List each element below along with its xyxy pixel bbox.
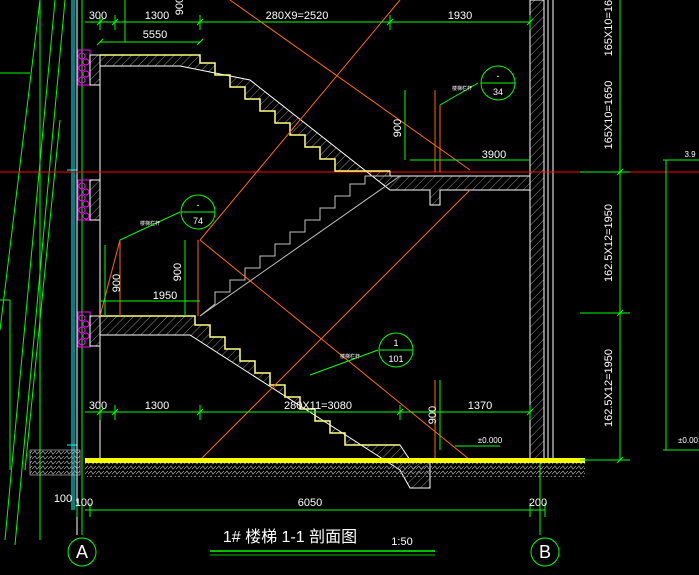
upper-flight <box>99 54 531 206</box>
bot-dim-1300: 1300 <box>145 400 169 412</box>
callout-2: 楼梯栏杆 - 74 <box>119 194 216 241</box>
axis-label-b: B <box>539 542 551 562</box>
top-dim-stair: 280X9=2520 <box>266 10 329 22</box>
mid-dim-1950: 1950 <box>153 290 177 302</box>
overall-dim-6050: 6050 <box>298 497 322 509</box>
callout-1-note: 楼梯栏杆 <box>452 85 472 92</box>
overall-dim-100-a: 100 <box>54 493 72 505</box>
callout-3-note: 楼梯栏杆 <box>340 353 360 360</box>
right-dim-1950-b: 162.5X12=1950 <box>603 349 615 427</box>
right-dim-1650: 165X10=1650 <box>603 81 615 150</box>
top-dim-5550: 5550 <box>143 29 167 41</box>
mid-dim-900-a: 900 <box>111 274 123 292</box>
drawing-title: 1# 楼梯 1-1 剖面图 <box>223 528 357 546</box>
facade-cyan <box>67 0 77 510</box>
stair-section-drawing: A B 300 1300 900 280X9=2520 1930 5550 19… <box>0 0 699 567</box>
right-wall <box>529 0 554 461</box>
callout-1-top: - <box>497 71 500 81</box>
bot-dim-300: 300 <box>89 400 107 412</box>
callout-2-note: 楼梯栏杆 <box>140 220 160 227</box>
callout-2-top: - <box>197 200 200 210</box>
bot-dim-stair: 280X11=3080 <box>284 400 352 412</box>
elev-bottom: ±0.00 <box>678 436 699 445</box>
mid-dim-3900: 3900 <box>482 149 506 161</box>
callout-2-bottom: 74 <box>193 216 203 226</box>
elev-0000-mid: ±0.000 <box>478 436 503 445</box>
right-dimensions <box>580 0 699 464</box>
drawing-scale: 1:50 <box>391 536 412 548</box>
callout-3: 楼梯栏杆 1 101 <box>309 332 414 376</box>
right-dim-top: 165X10=1650 <box>603 0 615 56</box>
top-dim-1300: 1300 <box>145 10 169 22</box>
bot-dim-1370: 1370 <box>468 400 492 412</box>
elev-top: 3.9 <box>684 150 696 159</box>
overall-dim-100-b: 100 <box>75 497 93 509</box>
top-dim-300: 300 <box>89 10 107 22</box>
callout-3-bottom: 101 <box>388 354 403 364</box>
right-dim-1950-a: 162.5X12=1950 <box>603 204 615 282</box>
top-dim-1930: 1930 <box>448 10 472 22</box>
mid-dim-900-b: 900 <box>172 263 184 281</box>
mid-dim-900-c: 900 <box>392 119 404 137</box>
callout-3-top: 1 <box>393 338 398 348</box>
ground <box>29 449 585 477</box>
axis-label-a: A <box>76 542 88 562</box>
left-wall <box>77 49 101 460</box>
title-block: 1# 楼梯 1-1 剖面图 1:50 <box>210 528 435 556</box>
overall-dim-200: 200 <box>529 497 547 509</box>
middle-flight <box>199 175 401 317</box>
callout-1-bottom: 34 <box>493 87 503 97</box>
top-dim-900: 900 <box>174 0 186 15</box>
bot-dim-900: 900 <box>427 406 439 424</box>
